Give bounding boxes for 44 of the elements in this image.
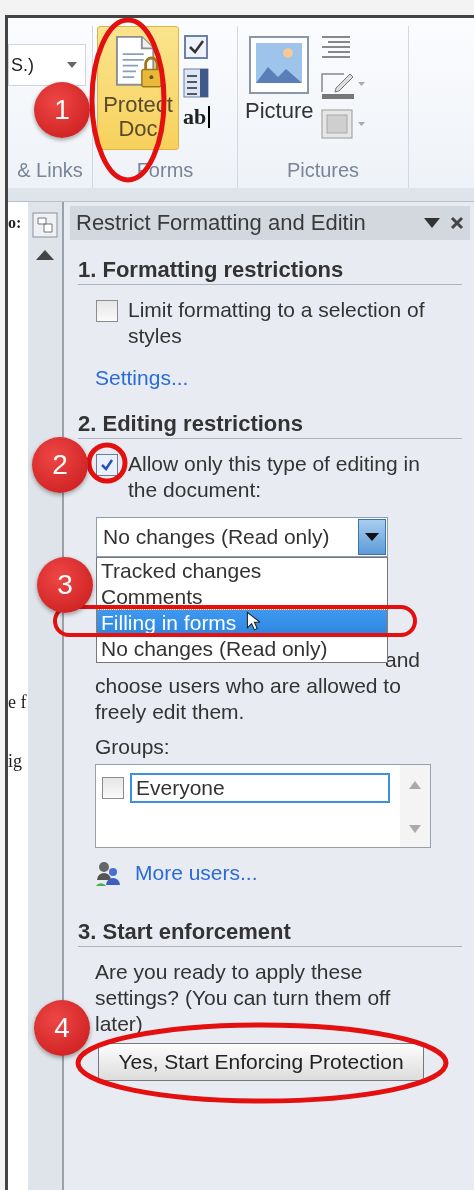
checkbox-control-icon[interactable] [183,34,209,60]
document-text: ig [8,751,23,772]
caret-icon [67,62,77,68]
users-icon [95,860,121,886]
style-combo[interactable]: S.) [8,44,86,86]
groups-label: Groups: [95,734,171,760]
checkbox[interactable] [96,300,118,322]
check-icon [99,457,115,473]
checkbox[interactable] [96,454,118,476]
scroll-up-icon[interactable] [36,250,54,260]
checkbox-label: Allow only this type of editing in the document: [128,451,421,503]
picture-button[interactable]: Picture [242,26,317,150]
pane-title: Restrict Formatting and Editin [76,210,367,236]
start-enforcing-button[interactable]: Yes, Start Enforcing Protection [98,1043,424,1081]
dropdown-option[interactable]: Comments [97,584,387,610]
checkbox-label: Limit formatting to a selection of styles [128,297,426,349]
checkbox[interactable] [102,777,124,799]
more-users-link[interactable]: More users... [135,860,258,886]
document-text: o: [8,214,23,232]
section-heading: 3. Start enforcement [78,886,462,947]
pane-toggle-icon[interactable] [32,212,58,238]
text-field-control[interactable]: ab [183,106,211,128]
group-name-field[interactable]: Everyone [130,773,390,803]
close-icon[interactable] [450,216,464,230]
caret-icon [365,533,379,541]
group-label: Pictures [285,159,361,183]
pen-line-icon[interactable] [320,70,367,100]
mouse-cursor-icon [246,611,260,632]
dropdown-option[interactable]: Tracked changes [97,558,387,584]
enforcement-text: Are you ready to apply these settings? (You can turn them off later) [95,959,392,1037]
group-label: & Links [16,159,84,183]
dropdown-button[interactable] [358,519,386,555]
dropdown-option[interactable]: No changes (Read only) [97,636,387,662]
section-heading: 2. Editing restrictions [78,391,462,439]
exceptions-text: and [384,647,420,673]
settings-link[interactable]: Settings... [95,365,462,391]
highlight-ellipse [86,442,128,484]
document-text: e f [8,692,28,713]
list-control-icon[interactable] [183,68,209,98]
dropdown-caret-icon[interactable] [424,218,440,228]
editing-type-dropdown[interactable]: No changes (Read only) [96,517,388,557]
picture-icon [248,35,311,95]
section-heading: 1. Formatting restrictions [78,240,462,285]
exceptions-text: choose users who are allowed to freely edit them. [95,674,401,723]
